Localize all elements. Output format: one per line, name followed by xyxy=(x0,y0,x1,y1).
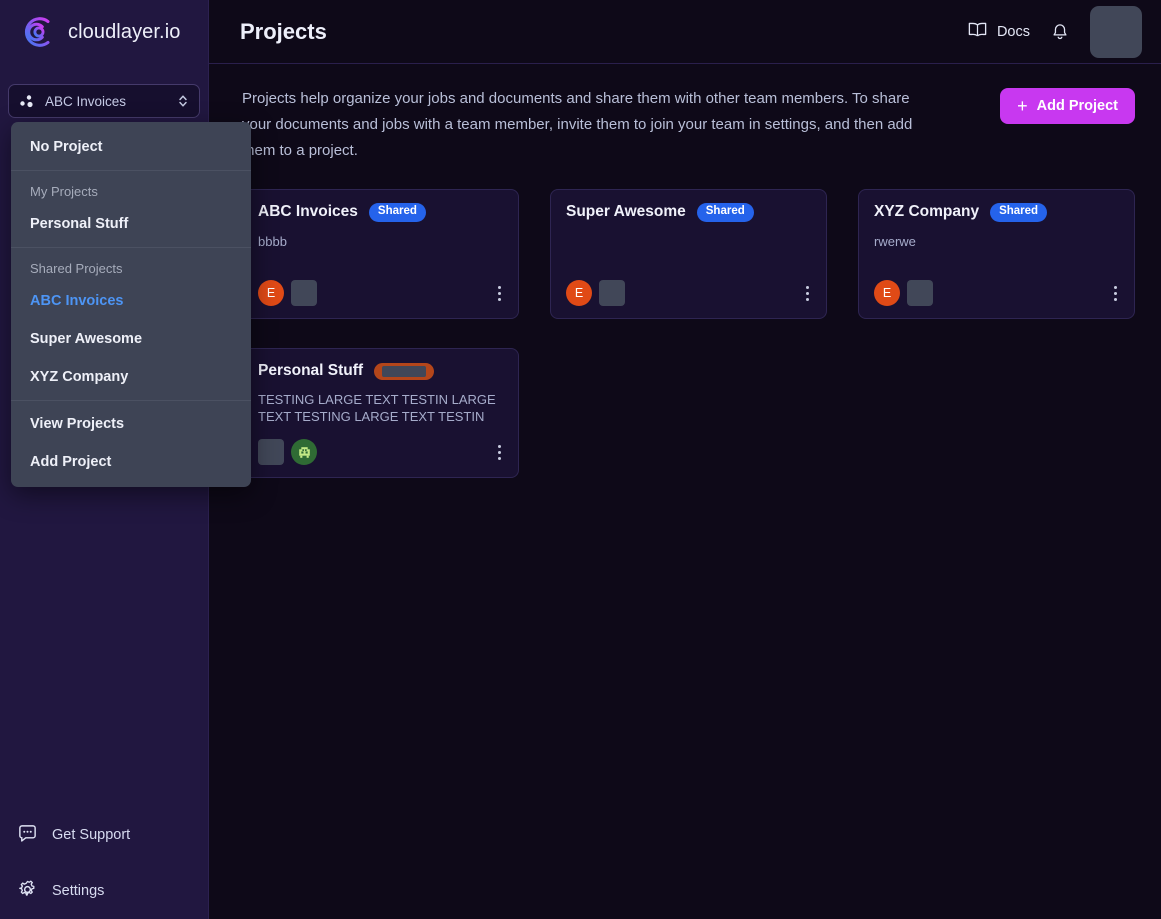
sidebar-item-settings[interactable]: Settings xyxy=(0,863,209,919)
project-card[interactable]: XYZ Company Shared rwerwe E xyxy=(858,189,1135,319)
card-footer: E xyxy=(566,280,813,306)
dropdown-item-no-project[interactable]: No Project xyxy=(11,128,251,166)
project-card-title: XYZ Company xyxy=(874,203,980,221)
dropdown-item-abc-invoices[interactable]: ABC Invoices xyxy=(11,282,251,320)
intro-text: Projects help organize your jobs and doc… xyxy=(242,90,913,159)
book-icon xyxy=(967,21,988,42)
sidebar-item-label: Get Support xyxy=(52,827,131,843)
kebab-menu-icon[interactable] xyxy=(494,281,505,306)
project-card[interactable]: Personal Stuff TESTING LARGE TEXT TESTIN… xyxy=(242,348,519,478)
avatar[interactable]: E xyxy=(566,280,592,306)
three-dots-cluster-icon xyxy=(19,93,37,109)
docs-label: Docs xyxy=(996,23,1030,40)
project-dropdown-menu: No Project My Projects Personal Stuff Sh… xyxy=(11,122,251,487)
chevron-up-down-icon xyxy=(177,93,189,109)
add-project-button[interactable]: + Add Project xyxy=(1000,88,1135,124)
status-badge: Shared xyxy=(990,203,1048,222)
brand-name: cloudlayer.io xyxy=(68,20,181,43)
project-selector[interactable]: ABC Invoices xyxy=(8,84,200,118)
avatar[interactable]: E xyxy=(258,280,284,306)
kebab-menu-icon[interactable] xyxy=(1110,281,1121,306)
gear-icon xyxy=(17,879,38,904)
chat-bubble-icon xyxy=(17,823,38,848)
add-project-label: Add Project xyxy=(1036,98,1118,114)
project-card[interactable]: Super Awesome Shared E xyxy=(550,189,827,319)
dropdown-group-label-my-projects: My Projects xyxy=(30,184,98,199)
kebab-menu-icon[interactable] xyxy=(802,281,813,306)
member-avatars xyxy=(258,439,317,465)
dropdown-group-label-shared-projects: Shared Projects xyxy=(30,261,123,276)
dropdown-item-xyz-company[interactable]: XYZ Company xyxy=(11,358,251,396)
card-header: Super Awesome Shared xyxy=(566,203,811,222)
dropdown-item-add-project[interactable]: Add Project xyxy=(11,443,251,481)
project-card-description: TESTING LARGE TEXT TESTIN LARGE TEXT TES… xyxy=(258,392,496,424)
top-bar: Projects Docs xyxy=(209,0,1161,64)
divider xyxy=(11,247,251,248)
card-footer xyxy=(258,439,505,465)
dropdown-item-view-projects[interactable]: View Projects xyxy=(11,405,251,443)
card-footer: E xyxy=(258,280,505,306)
avatar-alien-icon[interactable] xyxy=(291,439,317,465)
project-card[interactable]: ABC Invoices Shared bbbb E xyxy=(242,189,519,319)
sidebar-item-label: Settings xyxy=(52,883,105,899)
docs-link[interactable]: Docs xyxy=(967,21,1030,42)
user-avatar[interactable] xyxy=(1090,5,1142,58)
project-card-title: Super Awesome xyxy=(566,203,686,221)
card-header: XYZ Company Shared xyxy=(874,203,1119,222)
content: Projects help organize your jobs and doc… xyxy=(209,64,1161,478)
card-header: ABC Invoices Shared xyxy=(258,203,503,222)
card-header: Personal Stuff xyxy=(258,362,503,380)
plus-icon: + xyxy=(1017,96,1028,116)
avatar[interactable] xyxy=(907,280,933,306)
main-area: Projects Docs Projects help organize you… xyxy=(209,0,1161,919)
sidebar-bottom-nav: Get Support Settings xyxy=(0,807,209,919)
project-card-title: ABC Invoices xyxy=(258,203,358,221)
dropdown-item-personal-stuff[interactable]: Personal Stuff xyxy=(11,205,251,243)
dropdown-item-super-awesome[interactable]: Super Awesome xyxy=(11,320,251,358)
status-badge-loading xyxy=(374,362,435,380)
project-selector-value: ABC Invoices xyxy=(45,93,127,109)
member-avatars: E xyxy=(258,280,317,306)
intro-row: Projects help organize your jobs and doc… xyxy=(242,86,1135,164)
project-card-description: bbbb xyxy=(258,233,287,249)
divider xyxy=(11,170,251,171)
member-avatars: E xyxy=(566,280,625,306)
sidebar-item-get-support[interactable]: Get Support xyxy=(0,807,209,863)
brand[interactable]: cloudlayer.io xyxy=(0,0,208,64)
projects-grid: ABC Invoices Shared bbbb E Super Awesome… xyxy=(242,189,1135,478)
bell-icon[interactable] xyxy=(1050,22,1070,42)
avatar[interactable] xyxy=(258,439,284,465)
badge-skeleton xyxy=(382,365,427,377)
avatar[interactable] xyxy=(291,280,317,306)
kebab-menu-icon[interactable] xyxy=(494,440,505,465)
top-actions: Docs xyxy=(967,5,1142,58)
app-root: cloudlayer.io ABC Invoices Get Support S… xyxy=(0,0,1161,919)
avatar[interactable] xyxy=(599,280,625,306)
avatar[interactable]: E xyxy=(874,280,900,306)
divider xyxy=(11,400,251,401)
page-title: Projects xyxy=(240,18,327,44)
project-card-description: rwerwe xyxy=(874,233,916,249)
status-badge: Shared xyxy=(696,203,754,222)
cloudlayer-spiral-logo-icon xyxy=(19,13,57,51)
member-avatars: E xyxy=(874,280,933,306)
status-badge: Shared xyxy=(368,203,426,222)
card-footer: E xyxy=(874,280,1121,306)
project-card-title: Personal Stuff xyxy=(258,362,364,379)
